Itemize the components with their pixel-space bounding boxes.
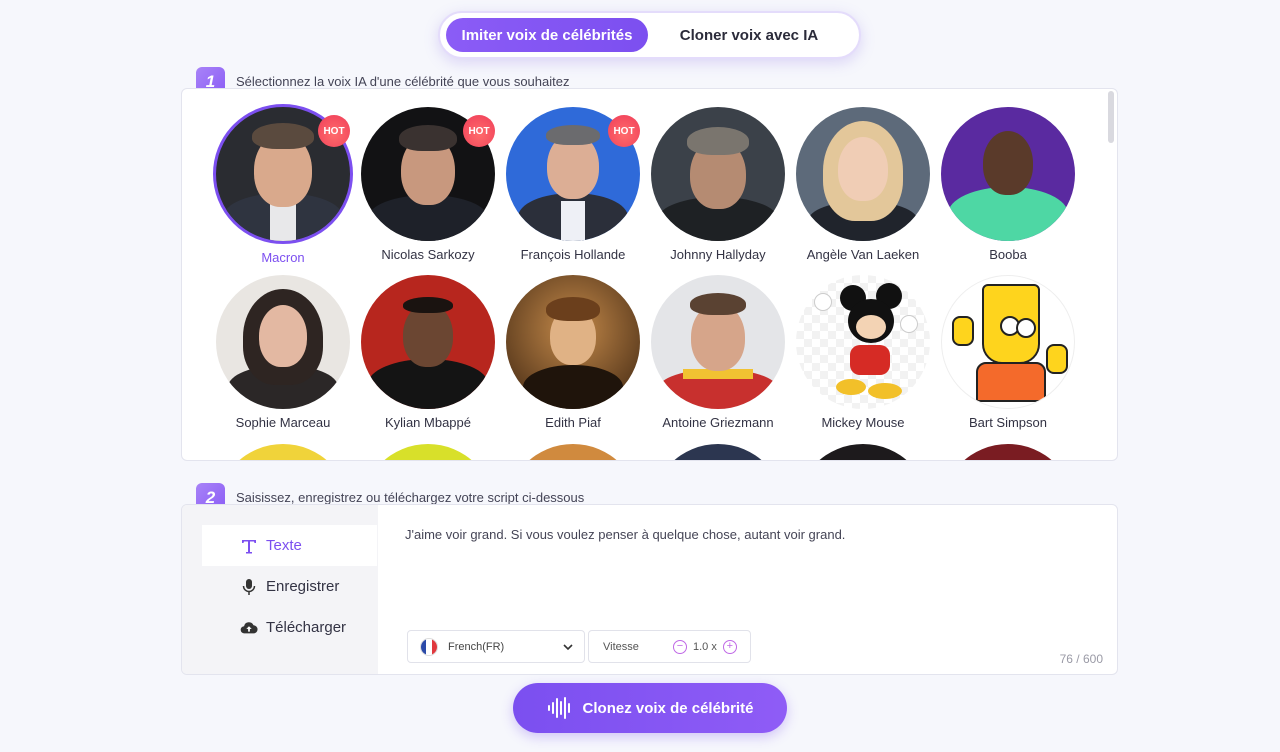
avatar-partial[interactable] xyxy=(216,444,350,460)
celebrity-name: Johnny Hallyday xyxy=(670,247,766,262)
celebrity-johnny-hallyday[interactable]: Johnny Hallyday xyxy=(645,107,791,262)
mode-tabs: Imiter voix de célébrités Cloner voix av… xyxy=(438,11,861,59)
tab-clone-voice-ai[interactable]: Cloner voix avec IA xyxy=(648,18,850,52)
avatar xyxy=(651,107,785,241)
chevron-down-icon xyxy=(562,641,574,656)
celebrity-edith-piaf[interactable]: Edith Piaf xyxy=(500,275,646,430)
hot-badge: HOT xyxy=(318,115,350,147)
language-select[interactable]: French(FR) xyxy=(407,630,585,663)
france-flag-icon xyxy=(420,637,438,656)
language-value: French(FR) xyxy=(448,640,505,653)
speed-value: 1.0 x xyxy=(693,640,717,653)
tab-imitate-celebrity[interactable]: Imiter voix de célébrités xyxy=(446,18,648,52)
celebrity-name: Edith Piaf xyxy=(545,415,601,430)
cloud-upload-icon xyxy=(240,619,258,637)
input-mode-menu: Texte Enregistrer Télécharger xyxy=(182,505,378,674)
scrollbar-thumb[interactable] xyxy=(1108,91,1114,143)
celebrity-name: Mickey Mouse xyxy=(821,415,905,430)
celebrity-name: Angèle Van Laeken xyxy=(806,247,920,262)
celebrity-sophie-marceau[interactable]: Sophie Marceau xyxy=(210,275,356,430)
celebrity-bart-simpson[interactable]: Bart Simpson xyxy=(935,275,1081,430)
avatar-partial[interactable] xyxy=(796,444,930,460)
celebrity-booba[interactable]: Booba xyxy=(935,107,1081,262)
celebrity-antoine-griezmann[interactable]: Antoine Griezmann xyxy=(645,275,791,430)
script-textarea[interactable]: J'aime voir grand. Si vous voulez penser… xyxy=(405,527,845,542)
microphone-icon xyxy=(240,578,258,596)
minus-icon[interactable]: − xyxy=(673,639,687,654)
step-2-label: Saisissez, enregistrez ou téléchargez vo… xyxy=(236,490,585,505)
avatar xyxy=(506,275,640,409)
character-counter: 76 / 600 xyxy=(1059,652,1103,666)
avatar xyxy=(216,275,350,409)
hot-badge: HOT xyxy=(608,115,640,147)
menu-label: Enregistrer xyxy=(266,578,340,595)
celebrity-name: Macron xyxy=(261,250,305,265)
waveform-icon xyxy=(547,697,570,719)
menu-item-text[interactable]: Texte xyxy=(202,525,377,566)
celebrity-name: Sophie Marceau xyxy=(235,415,331,430)
celebrity-mickey-mouse[interactable]: Mickey Mouse xyxy=(790,275,936,430)
celebrity-angele-van-laeken[interactable]: Angèle Van Laeken xyxy=(790,107,936,262)
avatar-partial[interactable] xyxy=(506,444,640,460)
celebrity-name: Bart Simpson xyxy=(968,415,1048,430)
clone-voice-button[interactable]: Clonez voix de célébrité xyxy=(513,683,787,733)
avatar xyxy=(941,107,1075,241)
avatar xyxy=(651,275,785,409)
celebrity-grid: Macron HOT Nicolas Sarkozy HOT François … xyxy=(181,88,1118,461)
avatar xyxy=(361,275,495,409)
cta-label: Clonez voix de célébrité xyxy=(582,699,754,717)
plus-icon[interactable]: + xyxy=(722,639,737,654)
celebrity-name: Nicolas Sarkozy xyxy=(381,247,475,262)
celebrity-name: Booba xyxy=(989,247,1027,262)
avatar-partial[interactable] xyxy=(361,444,495,460)
speed-label: Vitesse xyxy=(603,640,639,653)
text-icon xyxy=(240,537,258,555)
celebrity-kylian-mbappe[interactable]: Kylian Mbappé xyxy=(355,275,501,430)
menu-label: Télécharger xyxy=(266,619,347,636)
avatar-partial[interactable] xyxy=(941,444,1075,460)
script-panel: Texte Enregistrer Télécharger J'aime voi… xyxy=(181,504,1118,675)
celebrity-name: Antoine Griezmann xyxy=(662,415,774,430)
menu-item-record[interactable]: Enregistrer xyxy=(202,566,377,607)
celebrity-name: François Hollande xyxy=(520,247,626,262)
hot-badge: HOT xyxy=(463,115,495,147)
avatar xyxy=(796,107,930,241)
menu-item-upload[interactable]: Télécharger xyxy=(202,607,377,648)
avatar xyxy=(796,275,930,409)
avatar xyxy=(941,275,1075,409)
menu-label: Texte xyxy=(266,537,302,554)
speed-control: Vitesse − 1.0 x + xyxy=(588,630,751,663)
avatar-partial[interactable] xyxy=(651,444,785,460)
celebrity-name: Kylian Mbappé xyxy=(385,415,471,430)
step-1-label: Sélectionnez la voix IA d'une célébrité … xyxy=(236,74,570,89)
